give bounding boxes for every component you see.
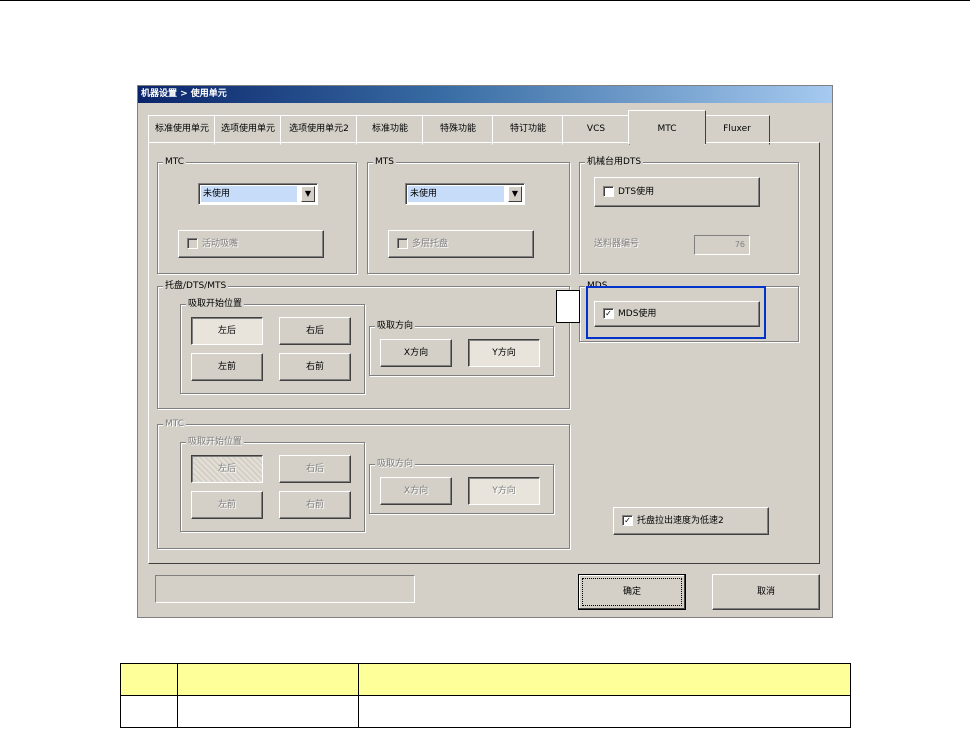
tab-standard-units[interactable]: 标准使用单元 bbox=[148, 115, 216, 145]
mtc-group-title: MTC bbox=[163, 156, 187, 168]
ok-button[interactable]: 确定 bbox=[578, 574, 686, 610]
mtc-pickup-start-position-group: 吸取开始位置 左后 右后 左前 右前 bbox=[180, 436, 365, 532]
callout-marker-box bbox=[556, 290, 580, 323]
legend-cell bbox=[120, 695, 178, 728]
pickup-start-position-group: 吸取开始位置 左后 右后 左前 右前 bbox=[180, 298, 365, 394]
legend-cell bbox=[177, 695, 359, 728]
legend-cell bbox=[358, 663, 851, 696]
tab-custom-functions[interactable]: 特订功能 bbox=[492, 115, 564, 145]
pos-right-rear-button[interactable]: 右后 bbox=[279, 317, 351, 345]
mtc-dir-x-button[interactable]: X方向 bbox=[380, 477, 452, 505]
tray-low-speed-label: 托盘拉出速度为低速2 bbox=[637, 516, 724, 526]
tab-special-functions[interactable]: 特殊功能 bbox=[422, 115, 494, 145]
tray-dts-mts-group: 托盘/DTS/MTS 吸取开始位置 左后 右后 左前 右前 吸取方向 X方向 Y… bbox=[157, 280, 570, 409]
chevron-down-icon[interactable]: ▼ bbox=[301, 186, 315, 202]
legend-row bbox=[120, 695, 851, 728]
pos-left-front-button[interactable]: 左前 bbox=[191, 353, 263, 381]
multi-tray-label: 多层托盘 bbox=[412, 239, 449, 249]
mts-group-title: MTS bbox=[373, 156, 396, 168]
mtc-pos-right-front-button[interactable]: 右前 bbox=[279, 491, 351, 519]
legend-cell bbox=[120, 663, 178, 696]
tray-low-speed-toggle[interactable]: ✓ 托盘拉出速度为低速2 bbox=[613, 507, 769, 535]
mtc-pickup-direction-title: 吸取方向 bbox=[375, 458, 416, 470]
tab-fluxer[interactable]: Fluxer bbox=[704, 115, 770, 145]
mts-group: MTS 未使用 ▼ 多层托盘 bbox=[367, 156, 570, 274]
multi-tray-checkbox[interactable] bbox=[397, 238, 408, 249]
pickup-direction-title: 吸取方向 bbox=[375, 320, 416, 332]
active-nozzle-toggle[interactable]: 活动吸嘴 bbox=[178, 230, 324, 258]
mtc-dir-y-button[interactable]: Y方向 bbox=[468, 477, 540, 505]
tab-vcs[interactable]: VCS bbox=[562, 115, 630, 145]
dts-use-checkbox[interactable] bbox=[603, 186, 614, 197]
mtc-pickup-group: MTC 吸取开始位置 左后 右后 左前 右前 吸取方向 X方向 Y方向 bbox=[157, 418, 570, 549]
mtc-group: MTC 未使用 ▼ 活动吸嘴 bbox=[157, 156, 357, 274]
dts-use-toggle[interactable]: DTS使用 bbox=[594, 177, 760, 207]
pos-left-rear-button[interactable]: 左后 bbox=[191, 317, 263, 345]
pickup-direction-group: 吸取方向 X方向 Y方向 bbox=[369, 320, 554, 376]
dir-y-button[interactable]: Y方向 bbox=[468, 339, 540, 367]
page-top-rule bbox=[0, 0, 970, 1]
active-nozzle-checkbox[interactable] bbox=[187, 238, 198, 249]
legend-header-row bbox=[120, 663, 851, 696]
legend-cell bbox=[358, 695, 851, 728]
feeder-number-field[interactable]: 76 bbox=[694, 235, 750, 255]
machine-settings-dialog: 机器设置 > 使用单元 标准使用单元 选项使用单元 选项使用单元2 标准功能 特… bbox=[137, 85, 833, 618]
mtc-pickup-group-title: MTC bbox=[163, 418, 187, 430]
mtc-select[interactable]: 未使用 ▼ bbox=[198, 183, 318, 205]
dts-group: 机械台用DTS DTS使用 送料器编号 76 bbox=[579, 156, 799, 274]
mtc-select-value: 未使用 bbox=[201, 186, 297, 202]
mds-highlight-box bbox=[586, 286, 766, 339]
mtc-pos-right-rear-button[interactable]: 右后 bbox=[279, 455, 351, 483]
status-field bbox=[155, 575, 415, 603]
legend-cell bbox=[177, 663, 359, 696]
mts-select[interactable]: 未使用 ▼ bbox=[405, 183, 525, 205]
tab-option-units[interactable]: 选项使用单元 bbox=[214, 115, 282, 145]
tray-low-speed-checkbox[interactable]: ✓ bbox=[622, 515, 633, 526]
mtc-pickup-start-position-title: 吸取开始位置 bbox=[186, 436, 245, 448]
legend-table bbox=[120, 663, 851, 728]
tray-group-title: 托盘/DTS/MTS bbox=[163, 280, 229, 292]
feeder-number-label: 送料器编号 bbox=[594, 239, 640, 249]
dts-use-label: DTS使用 bbox=[618, 187, 655, 197]
mts-select-value: 未使用 bbox=[408, 186, 504, 202]
dir-x-button[interactable]: X方向 bbox=[380, 339, 452, 367]
chevron-down-icon[interactable]: ▼ bbox=[508, 186, 522, 202]
tab-mtc[interactable]: MTC bbox=[628, 110, 706, 144]
mtc-pos-left-rear-button[interactable]: 左后 bbox=[191, 455, 263, 483]
pickup-start-position-title: 吸取开始位置 bbox=[186, 298, 245, 310]
mtc-tab-panel: MTC 未使用 ▼ 活动吸嘴 MTS 未使用 ▼ 多层托盘 机械台用DTS DT… bbox=[148, 142, 820, 564]
mtc-pickup-direction-group: 吸取方向 X方向 Y方向 bbox=[369, 458, 554, 514]
cancel-button[interactable]: 取消 bbox=[712, 574, 820, 610]
tab-option-units-2[interactable]: 选项使用单元2 bbox=[280, 115, 358, 145]
active-nozzle-label: 活动吸嘴 bbox=[202, 239, 239, 249]
tab-standard-functions[interactable]: 标准功能 bbox=[356, 115, 424, 145]
dts-group-title: 机械台用DTS bbox=[585, 156, 644, 168]
multi-tray-toggle[interactable]: 多层托盘 bbox=[388, 230, 534, 258]
pos-right-front-button[interactable]: 右前 bbox=[279, 353, 351, 381]
mtc-pos-left-front-button[interactable]: 左前 bbox=[191, 491, 263, 519]
dialog-title: 机器设置 > 使用单元 bbox=[138, 86, 832, 103]
